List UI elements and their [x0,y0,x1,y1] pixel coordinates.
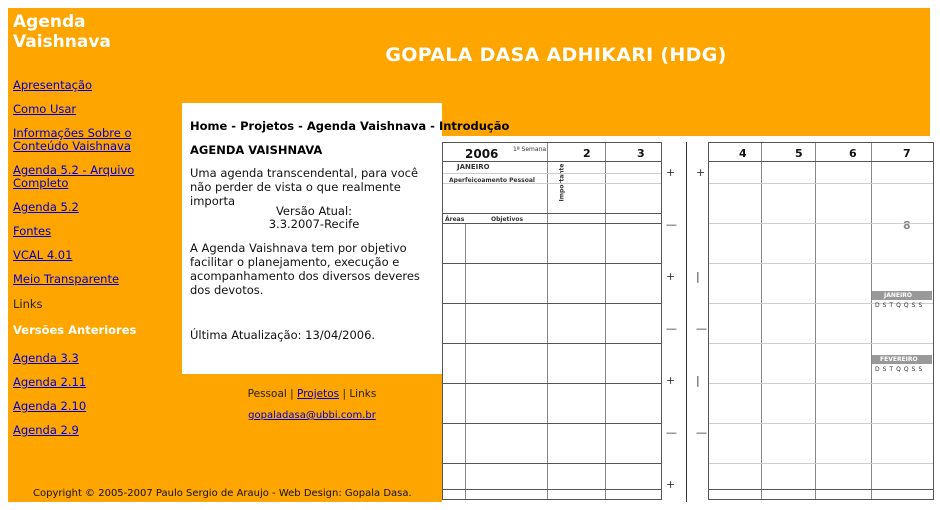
nav-meio-transparente[interactable]: Meio Transparente [13,273,119,286]
nav-links: Links [13,297,43,311]
agenda-day-5: 5 [795,147,803,160]
breadcrumb: Home - Projetos - Agenda Vaishnava - Int… [190,119,510,133]
nav-agenda-52-completo[interactable]: Agenda 5.2 - Arquivo Completo [13,164,153,190]
agenda-day-4: 4 [739,147,747,160]
footer-links-text: Links [349,388,377,400]
version-value: 3.3.2007-Recife [268,217,360,231]
agenda-week: 1ª Semana [513,146,547,153]
nav-section-heading: Versões Anteriores [13,323,137,337]
mini-month-jan: JANEIRO [884,292,912,299]
agenda-month: JANEIRO [457,163,490,171]
agenda-day-8: 8 [903,219,911,232]
agenda-day-3: 3 [637,147,645,160]
agenda-day-6: 6 [849,147,857,160]
nav-agenda-33[interactable]: Agenda 3.3 [13,352,79,365]
nav-agenda-211[interactable]: Agenda 2.11 [13,376,86,389]
page-title: AGENDA VAISHNAVA [190,143,323,157]
mini-weekdays-feb: DSTQQSS [875,366,926,373]
site-title: Agenda Vaishnava [13,12,111,52]
nav-agenda-210[interactable]: Agenda 2.10 [13,400,86,413]
footer-links: Pessoal | Projetos | Links [182,388,442,400]
copyright: Copyright © 2005-2007 Paulo Sergio de Ar… [33,488,412,499]
agenda-year: 2006 [465,147,499,161]
last-update: Última Atualização: 13/04/2006. [190,328,376,342]
nav-agenda-29[interactable]: Agenda 2.9 [13,424,79,437]
nav-informacoes[interactable]: Informações Sobre o Conteúdo Vaishnava [13,127,148,153]
agenda-day-2: 2 [583,147,591,160]
agenda-day-7: 7 [903,147,911,160]
agenda-right-page: 4 5 6 7 8 JANEIRO DSTQQSS FEVEREIRO DSTQ… [708,142,934,500]
description-text: A Agenda Vaishnava tem por objetivo faci… [190,241,420,297]
nav-agenda-52[interactable]: Agenda 5.2 [13,201,79,214]
footer-projetos-link[interactable]: Projetos [297,388,339,400]
nav-apresentacao[interactable]: Apresentação [13,79,92,92]
footer-sep: | [342,388,346,400]
email-link[interactable]: gopaladasa@ubbi.com.br [248,410,376,421]
agenda-preview-image: 2006 1ª Semana JANEIRO Aperfeiçoamento P… [442,136,940,502]
agenda-objectives: Objetivos [491,216,524,223]
version-label: Versão Atual: [275,204,353,218]
footer-sep: | [290,388,294,400]
banner-title: GOPALA DASA ADHIKARI (HDG) [385,44,727,66]
nav-vcal[interactable]: VCAL 4.01 [13,249,72,262]
nav-como-usar[interactable]: Como Usar [13,103,76,116]
content-panel: Home - Projetos - Agenda Vaishnava - Int… [182,103,509,374]
nav-fontes[interactable]: Fontes [13,225,51,238]
footer-email: gopaladasa@ubbi.com.br [182,410,442,421]
footer-pessoal: Pessoal [247,388,287,400]
mini-month-feb: FEVEREIRO [880,356,918,363]
agenda-left-page: 2006 1ª Semana JANEIRO Aperfeiçoamento P… [442,142,662,500]
agenda-areas: Áreas [445,216,465,223]
intro-text: Uma agenda transcendental, para você não… [190,166,419,208]
mini-weekdays-jan: DSTQQSS [875,302,926,309]
